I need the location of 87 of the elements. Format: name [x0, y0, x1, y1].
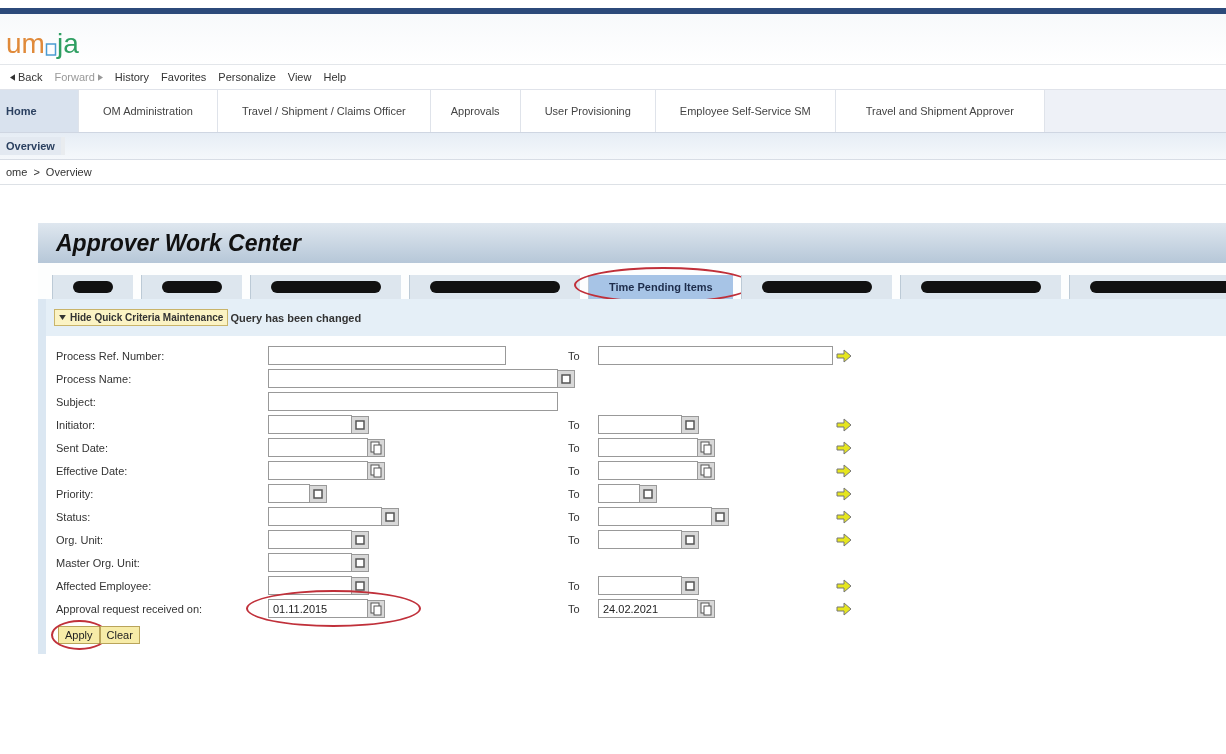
nav-tab[interactable]: OM Administration — [79, 90, 218, 132]
input-field[interactable] — [598, 438, 698, 457]
to-label: To — [568, 487, 581, 500]
nav-tab[interactable]: Home — [0, 90, 79, 132]
status-text: Query has been changed — [230, 311, 362, 324]
to-label: To — [568, 510, 581, 523]
to-label: To — [568, 418, 581, 431]
to-label: To — [568, 533, 581, 546]
tab[interactable] — [899, 275, 1061, 299]
input-field[interactable]: 24.02.2021 — [598, 599, 698, 618]
input-field[interactable] — [268, 369, 558, 388]
field-label: Affected Employee: — [56, 579, 153, 592]
menu-link[interactable]: Help — [323, 71, 347, 83]
field-label: Approval request received on: — [56, 602, 204, 615]
field-label: Process Name: — [56, 372, 133, 385]
input-field[interactable] — [268, 507, 382, 526]
menu-link[interactable]: Personalize — [218, 71, 276, 83]
field-label: Master Org. Unit: — [56, 556, 141, 569]
menu-link[interactable]: Favorites — [161, 71, 207, 83]
breadcrumb-item[interactable]: ome — [6, 166, 28, 178]
arrow-icon[interactable] — [836, 463, 852, 478]
arrow-icon[interactable] — [836, 417, 852, 432]
input-field[interactable] — [268, 530, 352, 549]
input-field[interactable] — [598, 507, 712, 526]
input-field[interactable] — [598, 461, 698, 480]
field-label: Initiator: — [56, 418, 97, 431]
logo-text: ja — [56, 30, 79, 61]
to-label: To — [568, 602, 581, 615]
input-field[interactable] — [268, 576, 352, 595]
input-field[interactable] — [598, 346, 833, 365]
input-field[interactable] — [598, 576, 682, 595]
logo-text: um — [6, 30, 45, 61]
tab[interactable]: Time Pending Items — [588, 275, 733, 299]
menu-link[interactable]: Back — [10, 71, 43, 83]
input-field[interactable] — [268, 415, 352, 434]
field-label: Process Ref. Number: — [56, 349, 166, 362]
input-field[interactable] — [268, 461, 368, 480]
input-field[interactable] — [268, 438, 368, 457]
to-label: To — [568, 579, 581, 592]
to-label: To — [568, 441, 581, 454]
square-icon — [44, 40, 57, 56]
tab[interactable] — [1068, 275, 1226, 299]
to-label: To — [568, 349, 581, 362]
tab[interactable] — [52, 275, 133, 299]
nav-tab[interactable]: User Provisioning — [520, 90, 656, 132]
field-label: Effective Date: — [56, 464, 129, 477]
nav-tab[interactable]: Employee Self-Service SM — [655, 90, 836, 132]
tab[interactable] — [250, 275, 401, 299]
toggle-button[interactable]: Hide Quick Criteria Maintenance — [54, 309, 229, 326]
right-triangle-icon — [97, 73, 103, 81]
tab[interactable] — [409, 275, 580, 299]
field-label: Priority: — [56, 487, 95, 500]
arrow-icon[interactable] — [836, 348, 852, 363]
field-label: Org. Unit: — [56, 533, 105, 546]
input-field[interactable] — [598, 530, 682, 549]
input-field[interactable] — [268, 346, 506, 365]
action-button[interactable]: Apply — [58, 626, 100, 644]
input-field[interactable] — [268, 484, 310, 503]
input-field[interactable] — [598, 415, 682, 434]
input-field[interactable] — [268, 392, 558, 411]
nav-tab[interactable]: Travel and Shipment Approver — [835, 90, 1045, 132]
panel-title: Approver Work Center — [56, 229, 301, 257]
nav-tab[interactable]: Approvals — [430, 90, 521, 132]
left-triangle-icon — [10, 73, 15, 81]
sub-tab[interactable]: Overview — [0, 137, 65, 155]
nav-tab[interactable]: Travel / Shipment / Claims Officer — [217, 90, 431, 132]
to-label: To — [568, 464, 581, 477]
down-triangle-icon — [59, 315, 66, 320]
arrow-icon[interactable] — [836, 486, 852, 501]
field-label: Sent Date: — [56, 441, 109, 454]
arrow-icon[interactable] — [836, 601, 852, 616]
breadcrumb-item[interactable]: Overview — [45, 166, 92, 178]
arrow-icon[interactable] — [836, 532, 852, 547]
input-field[interactable]: 01.11.2015 — [268, 599, 368, 618]
menu-link[interactable]: History — [114, 71, 150, 83]
breadcrumb-item: > — [33, 166, 40, 178]
tab[interactable] — [141, 275, 242, 299]
arrow-icon[interactable] — [836, 509, 852, 524]
arrow-icon[interactable] — [836, 578, 852, 593]
input-field[interactable] — [598, 484, 640, 503]
field-label: Status: — [56, 510, 92, 523]
field-label: Subject: — [56, 395, 97, 408]
input-field[interactable] — [268, 553, 352, 572]
tab[interactable] — [740, 275, 892, 299]
arrow-icon[interactable] — [836, 440, 852, 455]
menu-link[interactable]: View — [287, 71, 312, 83]
action-button[interactable]: Clear — [99, 626, 140, 644]
